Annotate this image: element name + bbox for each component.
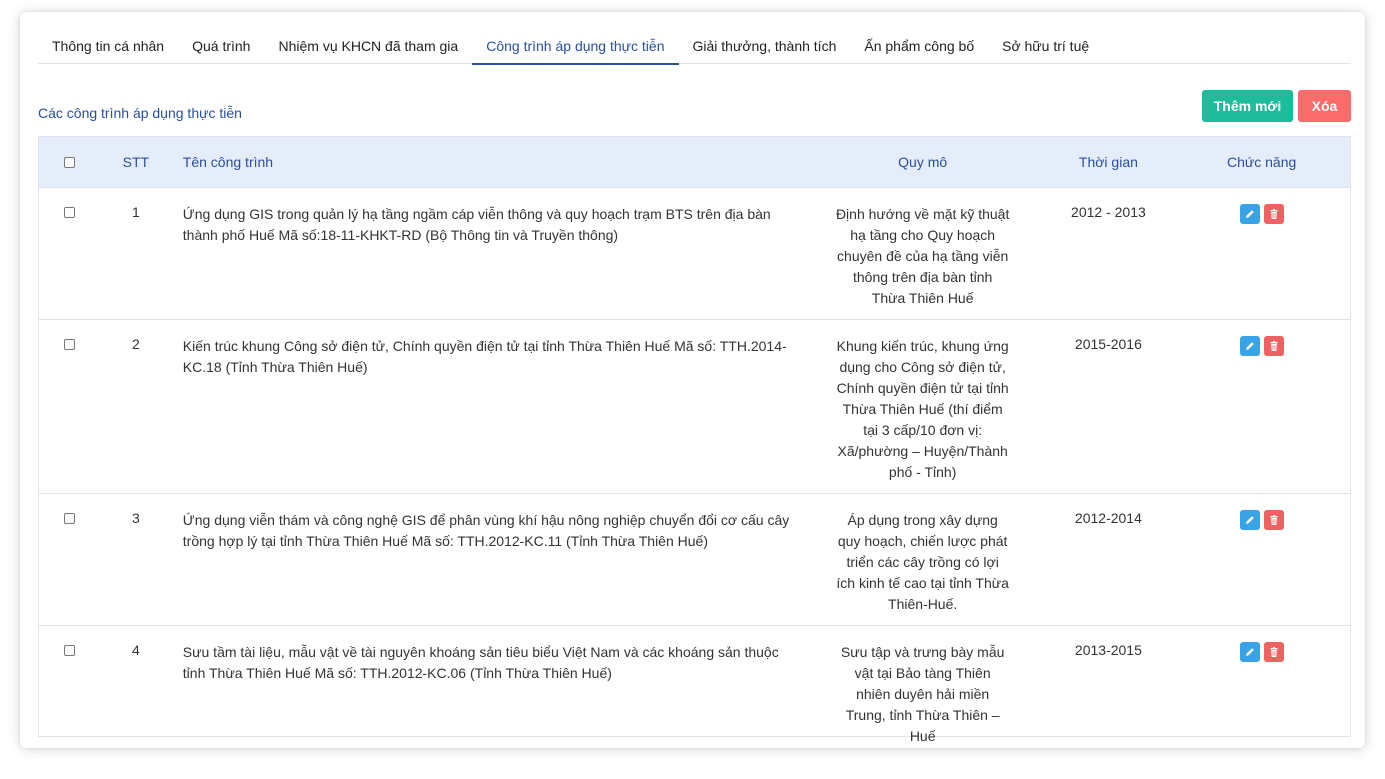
row-name: Ứng dụng GIS trong quản lý hạ tầng ngầm … — [182, 206, 771, 243]
row-actions — [1173, 626, 1350, 736]
row-checkbox[interactable] — [64, 513, 76, 524]
table-header: STT Tên công trình Quy mô Thời gian Chức… — [39, 137, 1350, 188]
delete-button[interactable]: Xóa — [1298, 90, 1351, 122]
row-scale: Định hướng về mặt kỹ thuật hạ tầng cho Q… — [835, 206, 1010, 306]
header-time: Thời gian — [1078, 154, 1138, 170]
row-checkbox[interactable] — [64, 645, 76, 656]
tab-process[interactable]: Quá trình — [178, 32, 264, 64]
row-time: 2012-2014 — [1074, 510, 1142, 526]
edit-icon[interactable] — [1239, 642, 1260, 662]
tab-intellectual-property[interactable]: Sở hữu trí tuệ — [988, 32, 1103, 64]
edit-icon[interactable] — [1239, 510, 1260, 530]
trash-icon[interactable] — [1263, 642, 1284, 662]
section-title: Các công trình áp dụng thực tiễn — [38, 105, 242, 121]
tab-personal-info[interactable]: Thông tin cá nhân — [38, 32, 178, 64]
profile-card: Thông tin cá nhân Quá trình Nhiệm vụ KHC… — [20, 12, 1365, 748]
tab-applied-works[interactable]: Công trình áp dụng thực tiễn — [472, 32, 679, 65]
trash-icon[interactable] — [1263, 336, 1284, 356]
tab-science-tasks[interactable]: Nhiệm vụ KHCN đã tham gia — [264, 32, 472, 64]
edit-icon[interactable] — [1239, 336, 1260, 356]
row-stt: 4 — [131, 642, 140, 658]
trash-icon[interactable] — [1263, 204, 1284, 224]
row-check-cell — [39, 626, 101, 736]
select-all-checkbox[interactable] — [64, 156, 76, 168]
row-check-cell — [39, 320, 101, 493]
row-time: 2015-2016 — [1074, 336, 1142, 352]
header-stt: STT — [122, 154, 150, 170]
table-row: 2 Kiến trúc khung Công sở điện tử, Chính… — [39, 320, 1350, 494]
row-actions — [1173, 188, 1350, 319]
row-stt: 3 — [131, 510, 140, 526]
row-name: Kiến trúc khung Công sở điện tử, Chính q… — [182, 338, 787, 375]
header-scale: Quy mô — [898, 153, 948, 170]
table-row: 3 Ứng dụng viễn thám và công nghệ GIS để… — [39, 494, 1350, 626]
works-table: STT Tên công trình Quy mô Thời gian Chức… — [38, 136, 1351, 744]
row-check-cell — [39, 494, 101, 625]
tab-awards[interactable]: Giải thưởng, thành tích — [679, 32, 851, 64]
add-new-button[interactable]: Thêm mới — [1202, 90, 1293, 122]
row-stt: 1 — [131, 204, 140, 220]
row-actions — [1173, 494, 1350, 625]
row-scale: Khung kiến trúc, khung ứng dụng cho Công… — [836, 338, 1009, 480]
row-name: Ứng dụng viễn thám và công nghệ GIS để p… — [182, 512, 790, 549]
select-all-cell — [39, 156, 101, 168]
edit-icon[interactable] — [1239, 204, 1260, 224]
row-scale: Áp dụng trong xây dựng quy hoạch, chiến … — [836, 512, 1009, 612]
row-checkbox[interactable] — [64, 339, 76, 350]
row-time: 2013-2015 — [1074, 642, 1142, 658]
row-time: 2012 - 2013 — [1071, 204, 1146, 220]
table-row: 4 Sưu tầm tài liệu, mẫu vật về tài nguyê… — [39, 626, 1350, 744]
row-checkbox[interactable] — [64, 207, 76, 218]
header-name: Tên công trình — [182, 154, 274, 170]
row-check-cell — [39, 188, 101, 319]
table-row: 1 Ứng dụng GIS trong quản lý hạ tầng ngầ… — [39, 188, 1350, 320]
trash-icon[interactable] — [1263, 510, 1284, 530]
row-actions — [1173, 320, 1350, 493]
header-functions: Chức năng — [1226, 154, 1297, 170]
row-name: Sưu tầm tài liệu, mẫu vật về tài nguyên … — [182, 644, 779, 681]
row-stt: 2 — [131, 336, 140, 352]
tab-publications[interactable]: Ấn phẩm công bố — [850, 32, 988, 64]
tab-bar: Thông tin cá nhân Quá trình Nhiệm vụ KHC… — [38, 32, 1351, 65]
row-scale: Sưu tập và trưng bày mẫu vật tại Bảo tàn… — [840, 644, 1005, 744]
